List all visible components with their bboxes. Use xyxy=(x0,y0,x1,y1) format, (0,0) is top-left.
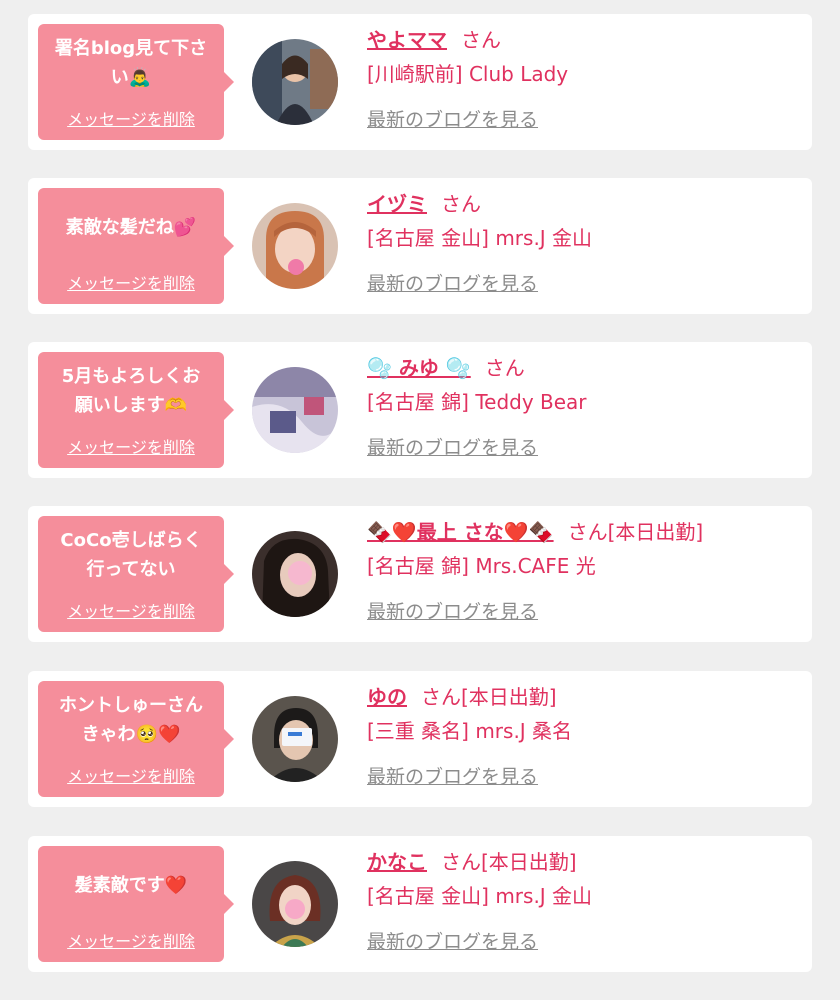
avatar[interactable] xyxy=(252,203,338,289)
message-line: 署名blog見て下さ xyxy=(54,38,208,59)
shop-name: [名古屋 金山] mrs.J 金山 xyxy=(367,884,593,908)
message-card: 署名blog見て下さ い🙇‍♂️ メッセージを削除 やよママ さん [川崎駅前] … xyxy=(28,14,812,150)
name-suffix: さん xyxy=(484,356,525,380)
message-bubble: 素敵な髪だね💕 メッセージを削除 xyxy=(38,188,234,304)
shop-name: [川崎駅前] Club Lady xyxy=(367,62,569,86)
profile-info: ゆの さん[本日出勤] [三重 桑名] mrs.J 桑名 最新のブログを見る xyxy=(367,681,802,789)
message-line: 素敵な髪だね💕 xyxy=(65,217,197,238)
avatar[interactable] xyxy=(252,367,338,453)
delete-message-link[interactable]: メッセージを削除 xyxy=(67,928,195,952)
latest-blog-link[interactable]: 最新のブログを見る xyxy=(367,433,538,460)
message-text: 署名blog見て下さ い🙇‍♂️ xyxy=(46,34,216,96)
delete-message-link[interactable]: メッセージを削除 xyxy=(67,763,195,787)
message-card: ホントしゅーさん きゃわ🥺❤️ メッセージを削除 ゆの さん[本日出勤] [三重 … xyxy=(28,671,812,807)
message-list: 署名blog見て下さ い🙇‍♂️ メッセージを削除 やよママ さん [川崎駅前] … xyxy=(0,0,840,1000)
name-suffix: さん[本日出勤] xyxy=(441,850,577,874)
message-bubble: 5月もよろしくお 願いします🫶 メッセージを削除 xyxy=(38,352,234,468)
message-line: い🙇‍♂️ xyxy=(110,67,152,88)
profile-name-link[interactable]: イヅミ xyxy=(367,192,427,216)
avatar[interactable] xyxy=(252,39,338,125)
message-line: 願いします🫶 xyxy=(74,395,188,416)
latest-blog-link[interactable]: 最新のブログを見る xyxy=(367,597,538,624)
message-card: 5月もよろしくお 願いします🫶 メッセージを削除 🫧 みゆ 🫧 さん [名古屋 錦… xyxy=(28,342,812,478)
avatar[interactable] xyxy=(252,531,338,617)
message-line: きゃわ🥺❤️ xyxy=(81,724,181,745)
name-suffix: さん xyxy=(441,192,481,216)
message-text: 素敵な髪だね💕 xyxy=(46,198,216,260)
message-card: 素敵な髪だね💕 メッセージを削除 イヅミ さん [名古屋 金山] mrs.J 金山… xyxy=(28,178,812,314)
message-text: ホントしゅーさん きゃわ🥺❤️ xyxy=(46,691,216,753)
message-bubble: 髪素敵です❤️ メッセージを削除 xyxy=(38,846,234,962)
delete-message-link[interactable]: メッセージを削除 xyxy=(67,270,195,294)
message-line: 5月もよろしくお xyxy=(61,366,201,387)
shop-name: [名古屋 錦] Mrs.CAFE 光 xyxy=(367,554,596,578)
profile-name-link[interactable]: やよママ xyxy=(367,28,447,52)
message-bubble: CoCo壱しばらく 行ってない メッセージを削除 xyxy=(38,516,234,632)
shop-name: [名古屋 金山] mrs.J 金山 xyxy=(367,226,593,250)
latest-blog-link[interactable]: 最新のブログを見る xyxy=(367,105,538,132)
latest-blog-link[interactable]: 最新のブログを見る xyxy=(367,269,538,296)
message-line: ホントしゅーさん xyxy=(59,695,203,716)
message-text: CoCo壱しばらく 行ってない xyxy=(46,526,216,588)
profile-info: イヅミ さん [名古屋 金山] mrs.J 金山 最新のブログを見る xyxy=(367,188,802,296)
message-line: CoCo壱しばらく xyxy=(60,530,202,551)
profile-info: 🫧 みゆ 🫧 さん [名古屋 錦] Teddy Bear 最新のブログを見る xyxy=(367,352,802,460)
avatar[interactable] xyxy=(252,696,338,782)
avatar[interactable] xyxy=(252,861,338,947)
message-text: 5月もよろしくお 願いします🫶 xyxy=(46,362,216,424)
delete-message-link[interactable]: メッセージを削除 xyxy=(67,434,195,458)
message-bubble: ホントしゅーさん きゃわ🥺❤️ メッセージを削除 xyxy=(38,681,234,797)
message-card: 髪素敵です❤️ メッセージを削除 かなこ さん[本日出勤] [名古屋 金山] mr… xyxy=(28,836,812,972)
message-bubble: 署名blog見て下さ い🙇‍♂️ メッセージを削除 xyxy=(38,24,234,140)
profile-name-link[interactable]: かなこ xyxy=(367,850,427,874)
latest-blog-link[interactable]: 最新のブログを見る xyxy=(367,762,538,789)
profile-info: かなこ さん[本日出勤] [名古屋 金山] mrs.J 金山 最新のブログを見る xyxy=(367,846,802,954)
message-card: CoCo壱しばらく 行ってない メッセージを削除 🍫❤️最上 さな❤️🍫 さん[本… xyxy=(28,506,812,642)
message-line: 髪素敵です❤️ xyxy=(74,875,188,896)
message-line: 行ってない xyxy=(86,559,176,580)
name-suffix: さん[本日出勤] xyxy=(421,685,557,709)
profile-info: やよママ さん [川崎駅前] Club Lady 最新のブログを見る xyxy=(367,24,802,132)
delete-message-link[interactable]: メッセージを削除 xyxy=(67,106,195,130)
shop-name: [三重 桑名] mrs.J 桑名 xyxy=(367,719,573,743)
profile-name-link[interactable]: ゆの xyxy=(367,685,407,709)
shop-name: [名古屋 錦] Teddy Bear xyxy=(367,390,587,414)
name-suffix: さん xyxy=(461,28,501,52)
name-suffix: さん[本日出勤] xyxy=(567,520,704,544)
profile-name-link[interactable]: 🫧 みゆ 🫧 xyxy=(367,356,471,380)
profile-name-link[interactable]: 🍫❤️最上 さな❤️🍫 xyxy=(367,520,554,544)
profile-info: 🍫❤️最上 さな❤️🍫 さん[本日出勤] [名古屋 錦] Mrs.CAFE 光 最… xyxy=(367,516,802,624)
latest-blog-link[interactable]: 最新のブログを見る xyxy=(367,927,538,954)
message-text: 髪素敵です❤️ xyxy=(46,856,216,918)
delete-message-link[interactable]: メッセージを削除 xyxy=(67,598,195,622)
